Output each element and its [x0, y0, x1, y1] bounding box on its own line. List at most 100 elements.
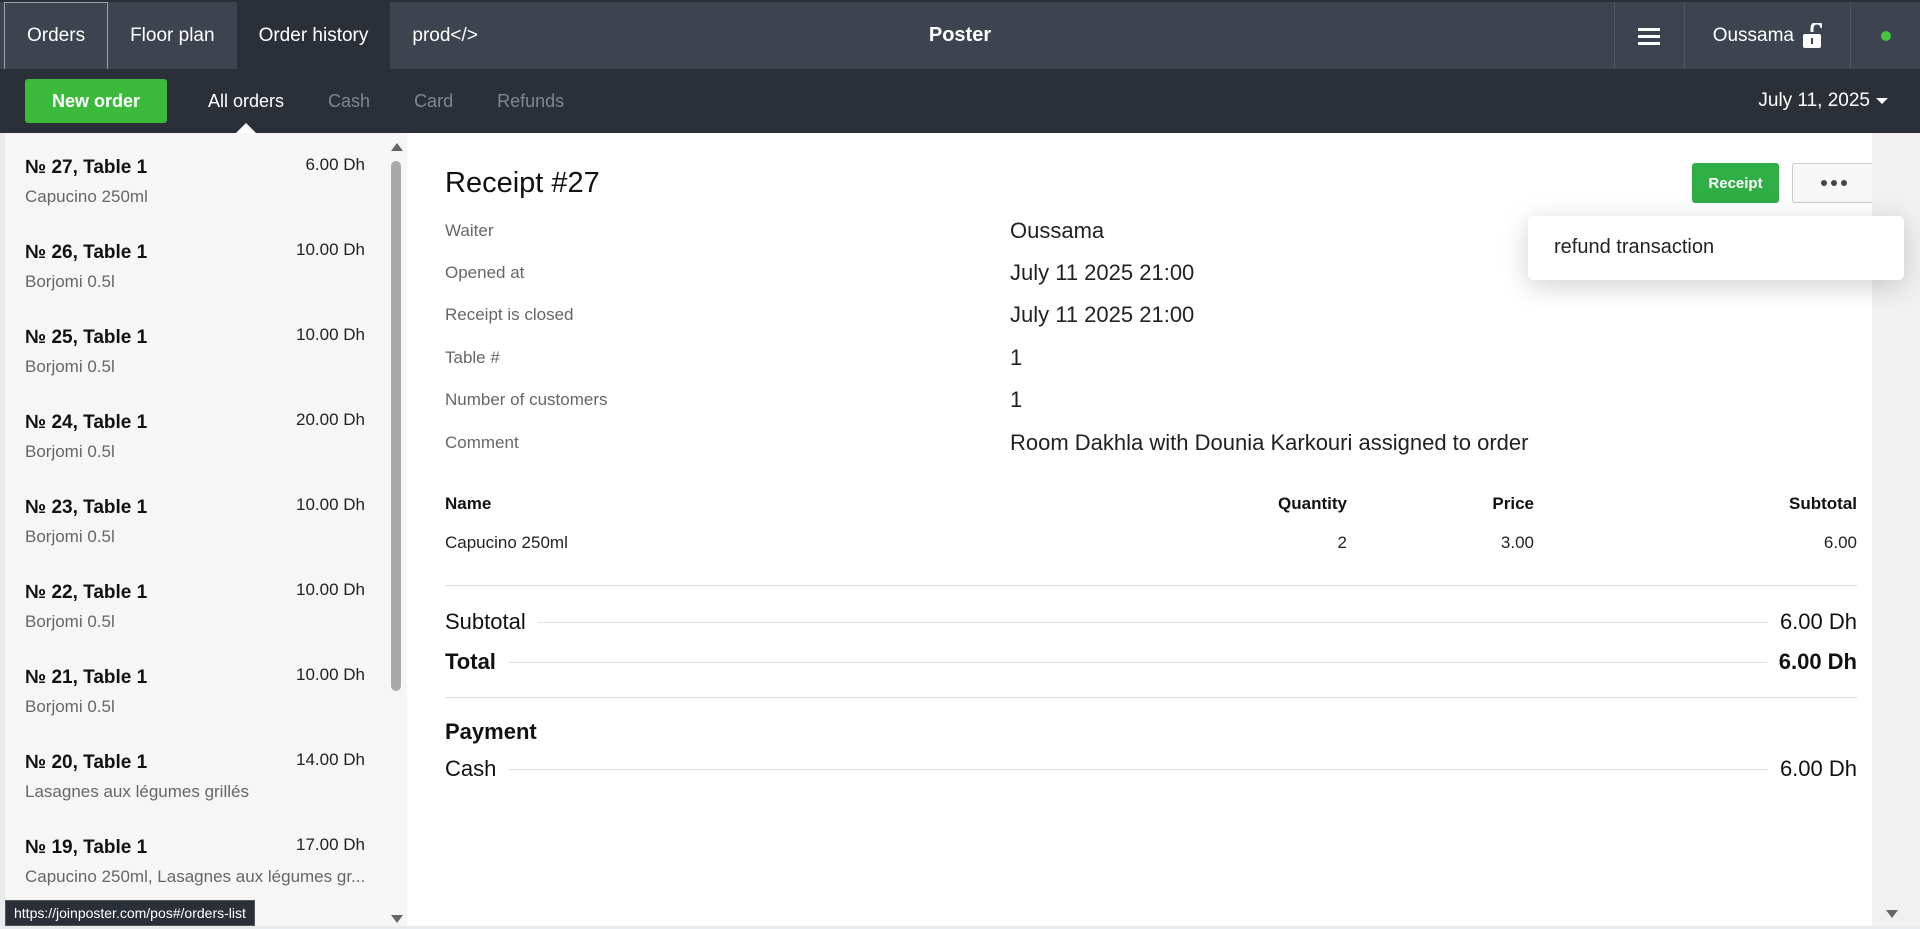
- item-name: Capucino 250ml: [445, 533, 568, 552]
- order-title: № 27, Table 1: [25, 157, 148, 178]
- online-status-icon: [1880, 30, 1891, 41]
- tab-prod[interactable]: prod</>: [390, 2, 500, 69]
- info-label: Waiter: [445, 221, 494, 240]
- order-title: № 20, Table 1: [25, 752, 148, 773]
- order-items: Capucino 250ml: [25, 187, 148, 206]
- order-title: № 23, Table 1: [25, 497, 148, 518]
- order-title: № 22, Table 1: [25, 582, 148, 603]
- list-item[interactable]: № 27, Table 1 6.00 Dh Capucino 250ml: [5, 133, 385, 218]
- column-header-name: Name: [445, 494, 492, 513]
- subtotal-value: 6.00 Dh: [1779, 609, 1857, 634]
- orders-list: № 27, Table 1 6.00 Dh Capucino 250ml № 2…: [5, 133, 407, 926]
- top-bar: Orders Floor plan Order history prod</> …: [0, 0, 1920, 69]
- order-amount: 10.00 Dh: [296, 665, 365, 684]
- connection-status: [1850, 2, 1920, 69]
- unlock-icon: [1803, 22, 1822, 48]
- dotted-leader: [508, 768, 1768, 770]
- payment-title: Payment: [445, 719, 537, 744]
- receipt-title: Receipt #27: [445, 167, 600, 199]
- subtotal-label: Subtotal: [445, 609, 526, 634]
- filter-card[interactable]: Card: [392, 69, 475, 133]
- date-selector[interactable]: July 11, 2025: [1758, 90, 1888, 112]
- hamburger-icon: [1638, 27, 1661, 45]
- print-receipt-button[interactable]: Receipt: [1692, 163, 1779, 203]
- scroll-thumb[interactable]: [391, 161, 401, 691]
- order-items: Borjomi 0.5l: [25, 442, 115, 461]
- order-amount: 10.00 Dh: [296, 580, 365, 599]
- filter-cash[interactable]: Cash: [306, 69, 392, 133]
- scroll-down-icon[interactable]: [1886, 910, 1898, 918]
- payment-value: 6.00 Dh: [1779, 756, 1857, 781]
- info-value: Room Dakhla with Dounia Karkouri assigne…: [1010, 430, 1529, 455]
- total-label: Total: [445, 649, 496, 674]
- info-value: 1: [1010, 387, 1023, 412]
- user-name: Oussama: [1712, 24, 1794, 46]
- item-price: 3.00: [1500, 533, 1534, 552]
- total-row: Total 6.00 Dh: [445, 647, 1857, 677]
- info-label: Comment: [445, 433, 519, 452]
- order-items: Borjomi 0.5l: [25, 527, 115, 546]
- date-value: July 11, 2025: [1758, 90, 1870, 111]
- info-value: July 11 2025 21:00: [1010, 302, 1195, 327]
- payment-method: Cash: [445, 756, 497, 781]
- item-quantity: 2: [1337, 533, 1347, 552]
- user-menu[interactable]: Oussama: [1683, 2, 1850, 69]
- order-amount: 10.00 Dh: [296, 325, 365, 344]
- popup-arrow: [1823, 206, 1843, 216]
- menu-button[interactable]: [1613, 2, 1684, 69]
- info-label: Receipt is closed: [445, 305, 574, 324]
- dotted-leader: [507, 661, 1767, 663]
- info-row-waiter: Waiter Oussama: [445, 213, 1645, 255]
- order-items: Borjomi 0.5l: [25, 272, 115, 291]
- scroll-up-icon[interactable]: [391, 143, 403, 151]
- column-header-quantity: Quantity: [1278, 494, 1347, 513]
- scroll-down-icon[interactable]: [391, 915, 403, 923]
- new-order-button[interactable]: New order: [25, 79, 167, 123]
- menu-item-refund-transaction[interactable]: refund transaction: [1554, 236, 1714, 259]
- more-options-menu: refund transaction: [1528, 216, 1904, 280]
- order-title: № 26, Table 1: [25, 242, 148, 263]
- info-value: Oussama: [1010, 218, 1105, 243]
- order-amount: 10.00 Dh: [296, 495, 365, 514]
- tab-floor-plan[interactable]: Floor plan: [108, 2, 237, 69]
- total-value: 6.00 Dh: [1778, 649, 1857, 674]
- column-header-subtotal: Subtotal: [1789, 494, 1857, 513]
- info-row-opened-at: Opened at July 11 2025 21:00: [445, 255, 1645, 297]
- chevron-down-icon: [1876, 98, 1888, 104]
- info-value: July 11 2025 21:00: [1010, 260, 1195, 285]
- order-title: № 25, Table 1: [25, 327, 148, 348]
- list-item[interactable]: № 24, Table 1 20.00 Dh Borjomi 0.5l: [5, 388, 385, 473]
- order-items: Borjomi 0.5l: [25, 357, 115, 376]
- order-amount: 20.00 Dh: [296, 410, 365, 429]
- info-label: Table #: [445, 348, 500, 367]
- dotted-leader: [537, 621, 1768, 623]
- more-dots-icon: [1820, 180, 1827, 186]
- order-amount: 10.00 Dh: [296, 240, 365, 259]
- more-options-button[interactable]: [1792, 163, 1875, 203]
- item-subtotal: 6.00: [1823, 533, 1857, 552]
- order-items: Lasagnes aux légumes grillés: [25, 782, 249, 801]
- list-item[interactable]: № 20, Table 1 14.00 Dh Lasagnes aux légu…: [5, 728, 385, 813]
- order-amount: 17.00 Dh: [296, 835, 365, 854]
- info-value: 1: [1010, 345, 1023, 370]
- tab-orders[interactable]: Orders: [4, 2, 109, 69]
- payment-row: Cash 6.00 Dh: [445, 754, 1857, 784]
- column-header-price: Price: [1492, 494, 1534, 513]
- list-item[interactable]: № 25, Table 1 10.00 Dh Borjomi 0.5l: [5, 303, 385, 388]
- filter-all-orders[interactable]: All orders: [186, 69, 306, 133]
- order-amount: 6.00 Dh: [305, 155, 365, 174]
- info-row-comment: Comment Room Dakhla with Dounia Karkouri…: [445, 425, 1645, 467]
- list-item[interactable]: № 22, Table 1 10.00 Dh Borjomi 0.5l: [5, 558, 385, 643]
- list-item[interactable]: № 19, Table 1 17.00 Dh Capucino 250ml, L…: [5, 813, 385, 898]
- order-items: Borjomi 0.5l: [25, 612, 115, 631]
- list-item[interactable]: № 23, Table 1 10.00 Dh Borjomi 0.5l: [5, 473, 385, 558]
- list-item[interactable]: № 21, Table 1 10.00 Dh Borjomi 0.5l: [5, 643, 385, 728]
- filter-refunds[interactable]: Refunds: [475, 69, 586, 133]
- order-title: № 24, Table 1: [25, 412, 148, 433]
- tab-order-history[interactable]: Order history: [236, 2, 391, 69]
- list-item[interactable]: № 26, Table 1 10.00 Dh Borjomi 0.5l: [5, 218, 385, 303]
- list-scrollbar[interactable]: [389, 143, 403, 923]
- order-title: № 19, Table 1: [25, 837, 148, 858]
- order-items: Borjomi 0.5l: [25, 697, 115, 716]
- divider: [445, 697, 1857, 698]
